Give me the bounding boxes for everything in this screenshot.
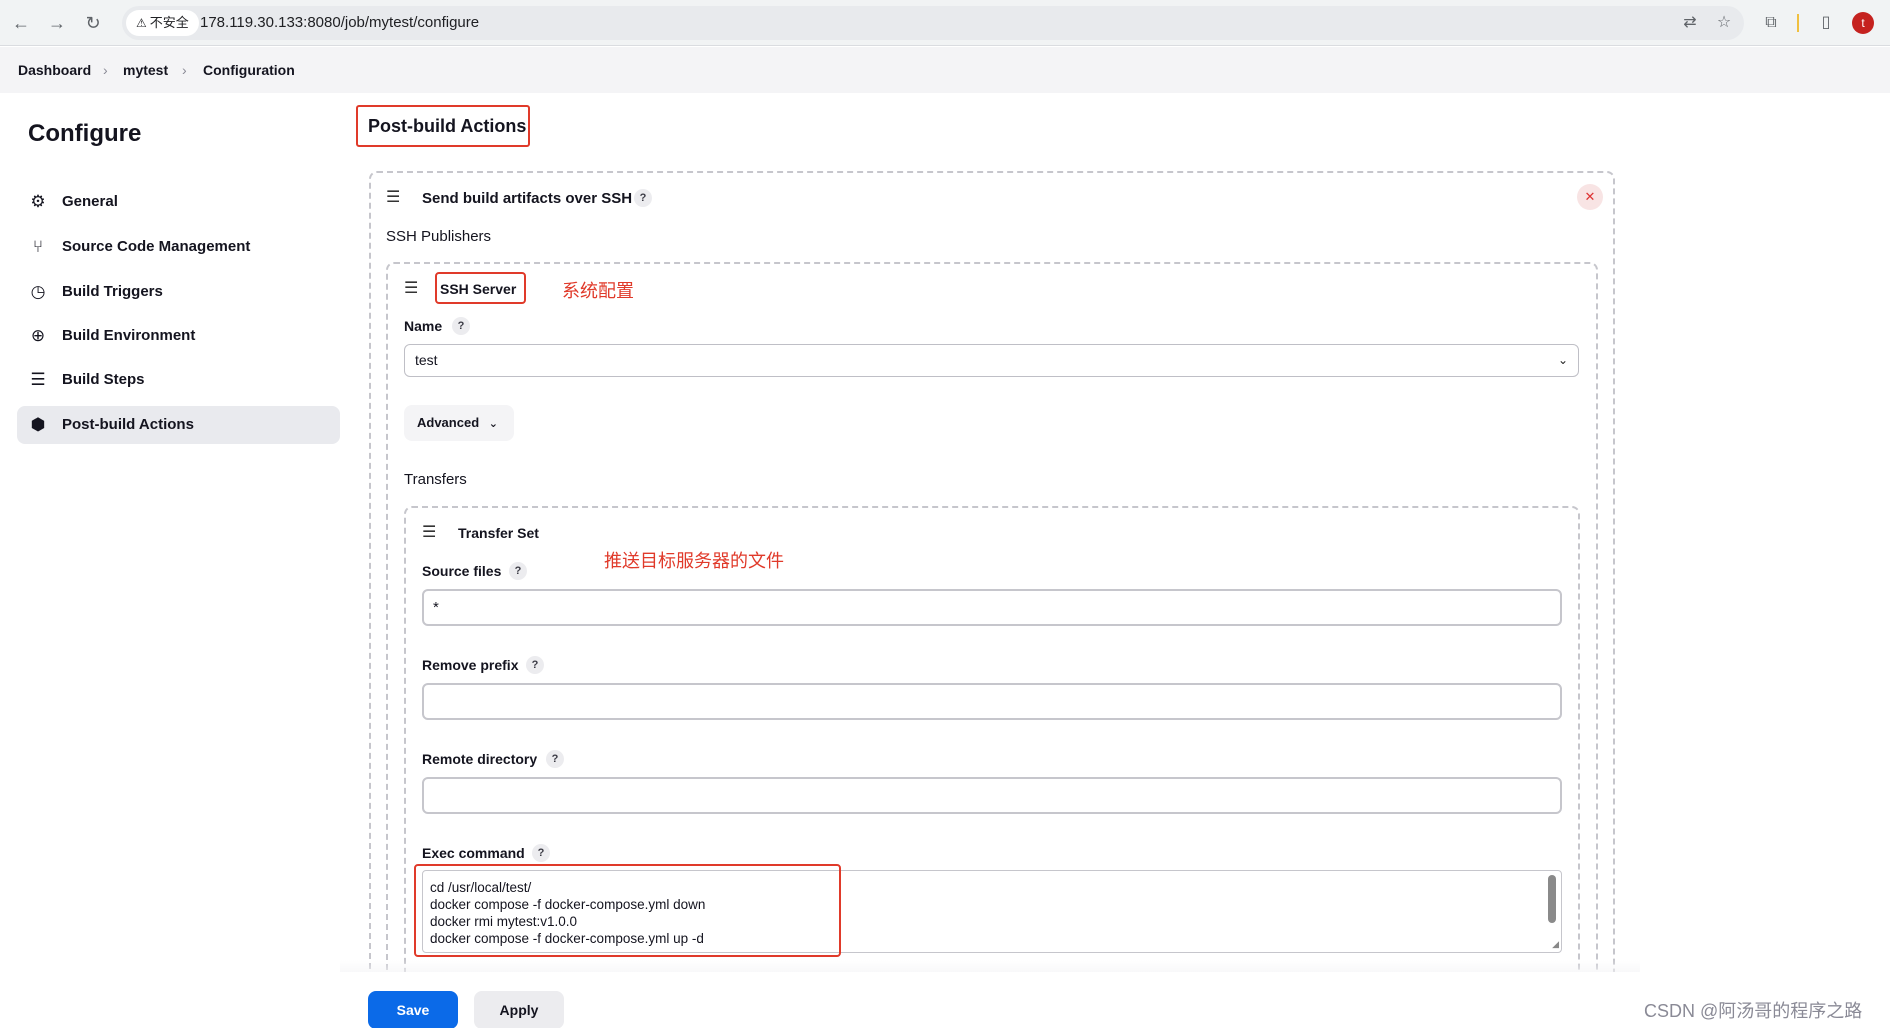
help-icon[interactable]: ?	[546, 750, 564, 768]
translate-icon[interactable]: ⇄	[1677, 10, 1703, 36]
drag-handle-icon[interactable]: ☰	[404, 281, 418, 297]
apply-button[interactable]: Apply	[474, 991, 564, 1028]
reload-icon[interactable]: ↻	[80, 10, 106, 36]
drag-handle-icon[interactable]: ☰	[386, 190, 400, 206]
scrollbar[interactable]	[1548, 875, 1556, 923]
breadcrumb-configuration[interactable]: Configuration	[203, 47, 295, 93]
back-icon[interactable]: ←	[8, 10, 34, 36]
source-files-label: Source files	[422, 563, 502, 579]
advanced-label: Advanced	[417, 415, 480, 430]
transfers-label: Transfers	[404, 471, 467, 488]
chevron-right-icon: ›	[103, 62, 108, 78]
forward-icon[interactable]: →	[44, 10, 70, 36]
chevron-down-icon: ⌄	[1557, 353, 1568, 367]
sidebar-item-label: Build Triggers	[62, 283, 163, 300]
sidebar-item-label: Post-build Actions	[62, 416, 194, 433]
close-icon[interactable]: ✕	[1577, 184, 1603, 210]
extensions-icon[interactable]: ⧉	[1758, 10, 1784, 36]
breadcrumb: Dashboard › mytest › Configuration	[0, 47, 1890, 93]
sidebar-item-build-triggers[interactable]: ◷ Build Triggers	[17, 273, 340, 311]
remote-directory-input[interactable]	[422, 777, 1562, 814]
remove-prefix-label: Remove prefix	[422, 657, 519, 673]
sidebar-item-label: Build Steps	[62, 371, 145, 388]
gear-icon: ⚙	[30, 192, 46, 211]
ssh-server-name-select[interactable]: test ⌄	[404, 344, 1579, 377]
advanced-button[interactable]: Advanced ⌄	[404, 405, 514, 441]
warning-icon: ⚠	[136, 16, 147, 30]
sidebar-item-build-environment[interactable]: ⊕ Build Environment	[17, 317, 340, 355]
sidebar-item-source-code-management[interactable]: ⑂ Source Code Management	[17, 228, 340, 266]
breadcrumb-dashboard[interactable]: Dashboard	[18, 47, 91, 93]
annotation-text: 推送目标服务器的文件	[604, 551, 784, 571]
annotation-text: 系统配置	[562, 281, 634, 301]
remove-prefix-input[interactable]	[422, 683, 1562, 720]
security-chip[interactable]: ⚠ 不安全	[126, 10, 199, 36]
sidebar-item-post-build-actions[interactable]: ⬢ Post-build Actions	[17, 406, 340, 444]
sidebar-item-label: General	[62, 193, 118, 210]
address-bar[interactable]: ⚠ 不安全 178.119.30.133:8080/job/mytest/conf…	[122, 6, 1744, 40]
browser-toolbar: ← → ↻ ⚠ 不安全 178.119.30.133:8080/job/mytes…	[0, 0, 1890, 46]
name-label: Name	[404, 318, 443, 334]
help-icon[interactable]: ?	[526, 656, 544, 674]
section-title: Post-build Actions	[356, 105, 530, 147]
list-icon: ☰	[30, 370, 46, 389]
save-button[interactable]: Save	[368, 991, 458, 1028]
help-icon[interactable]: ?	[509, 562, 527, 580]
chevron-down-icon: ⌄	[488, 418, 498, 430]
remote-directory-label: Remote directory	[422, 751, 538, 767]
page-title: Configure	[28, 120, 142, 147]
branch-icon: ⑂	[32, 237, 44, 256]
package-icon: ⬢	[30, 415, 46, 434]
ssh-server-title: SSH Server	[440, 281, 517, 297]
publisher-title: Send build artifacts over SSH	[422, 190, 633, 207]
watermark: CSDN @阿汤哥的程序之路	[1644, 1001, 1863, 1021]
sidebar-item-general[interactable]: ⚙ General	[17, 183, 340, 221]
select-value: test	[415, 352, 438, 368]
ssh-publishers-label: SSH Publishers	[386, 228, 492, 245]
globe-icon: ⊕	[30, 326, 46, 345]
sidebar-item-label: Build Environment	[62, 327, 196, 344]
resize-handle-icon[interactable]: ◢	[1552, 939, 1559, 950]
drag-handle-icon[interactable]: ☰	[422, 525, 436, 541]
chevron-right-icon: ›	[182, 62, 187, 78]
transfer-set-title: Transfer Set	[458, 525, 539, 541]
footer-bar	[0, 972, 1890, 1028]
help-icon[interactable]: ?	[452, 317, 470, 335]
breadcrumb-mytest[interactable]: mytest	[123, 47, 168, 93]
clock-icon: ◷	[30, 282, 46, 301]
bookmark-star-icon[interactable]: ☆	[1711, 10, 1737, 36]
sidebar-item-build-steps[interactable]: ☰ Build Steps	[17, 361, 340, 399]
sidebar-item-label: Source Code Management	[62, 238, 251, 255]
url-text[interactable]: 178.119.30.133:8080/job/mytest/configure	[200, 6, 479, 40]
exec-command-label: Exec command	[422, 845, 525, 861]
help-icon[interactable]: ?	[634, 189, 652, 207]
annotation-highlight-box	[414, 864, 841, 957]
profile-avatar[interactable]: t	[1852, 12, 1874, 34]
toolbar-divider	[1797, 14, 1799, 32]
side-panel-icon[interactable]: ▯	[1813, 10, 1839, 36]
help-icon[interactable]: ?	[532, 844, 550, 862]
source-files-input[interactable]: *	[422, 589, 1562, 626]
